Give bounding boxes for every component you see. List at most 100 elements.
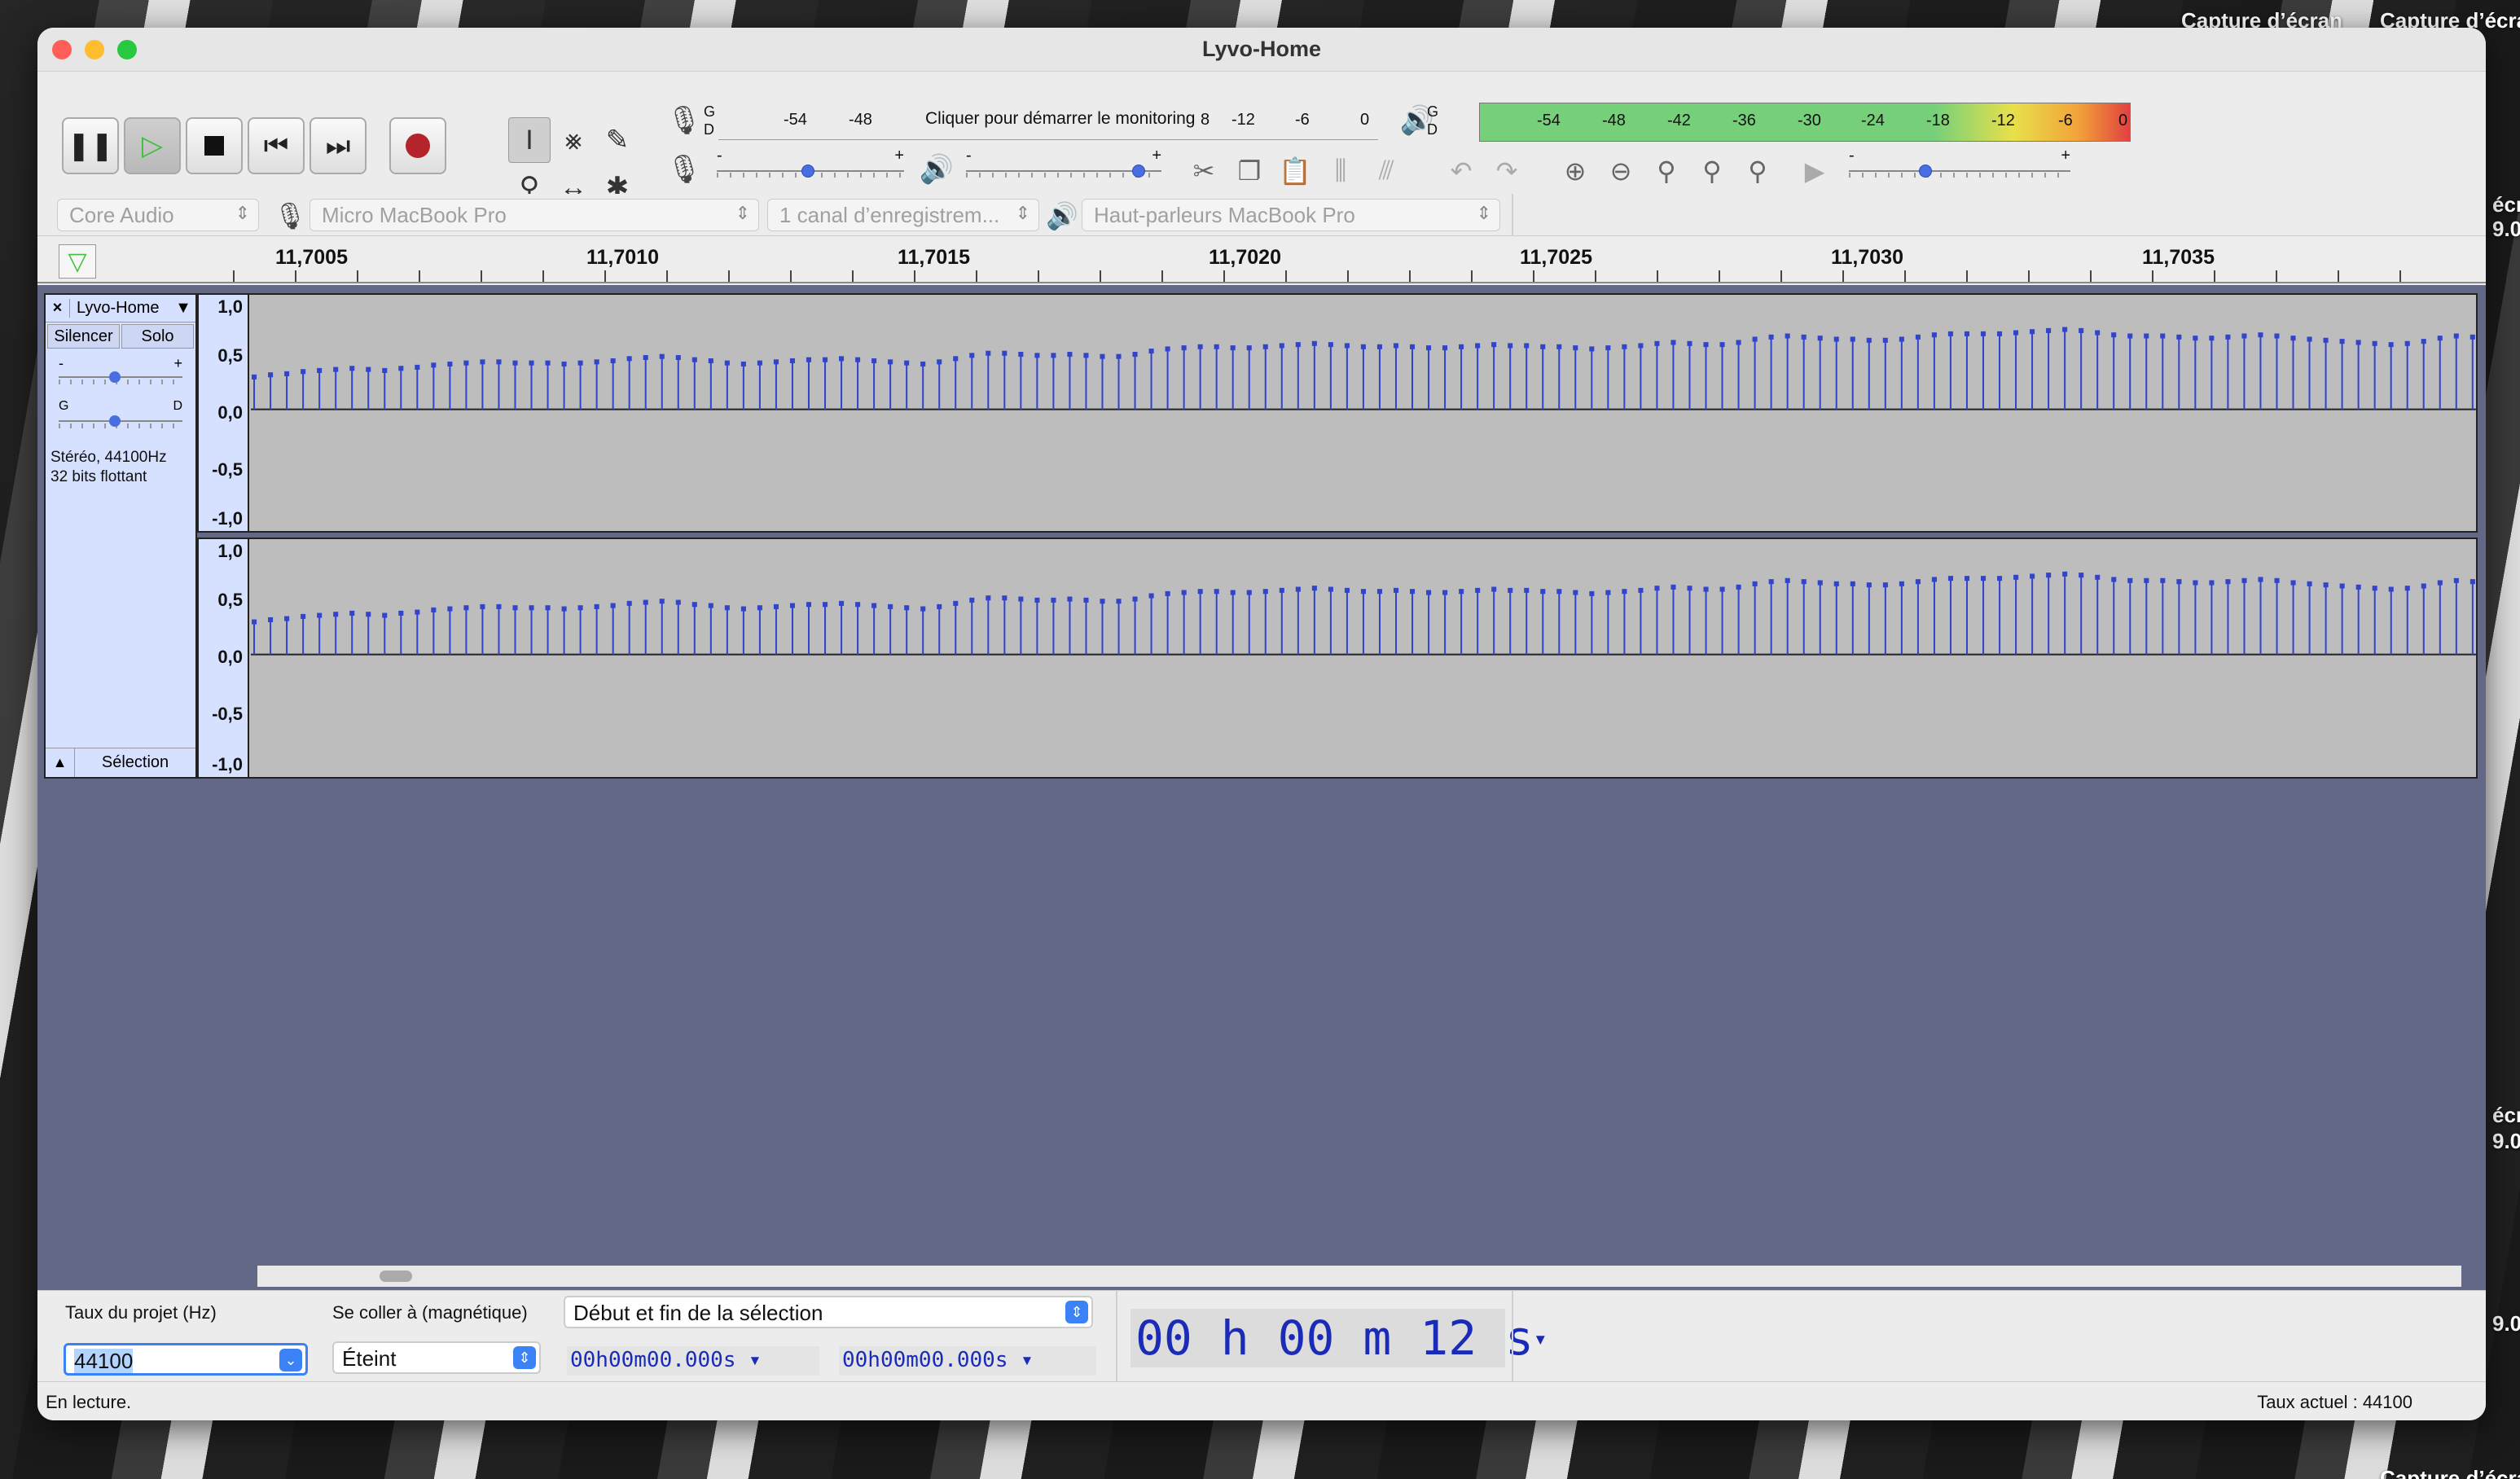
slider-knob[interactable] xyxy=(1132,165,1145,178)
sample-point[interactable] xyxy=(757,360,762,366)
draw-tool[interactable]: ✎ xyxy=(596,117,639,163)
sample-point[interactable] xyxy=(1002,350,1008,356)
horizontal-scrollbar[interactable] xyxy=(257,1266,2461,1287)
right-channel[interactable]: 1,0 0,5 0,0 -0,5 -1,0 xyxy=(197,538,2478,779)
sample-point[interactable] xyxy=(643,354,648,361)
sample-point[interactable] xyxy=(1736,340,1741,345)
sample-point[interactable] xyxy=(431,607,437,612)
sample-point[interactable] xyxy=(2307,581,2312,586)
select-track-button[interactable]: Sélection xyxy=(75,748,195,777)
sample-point[interactable] xyxy=(1018,352,1024,358)
sample-point[interactable] xyxy=(2046,327,2052,333)
sample-point[interactable] xyxy=(1833,581,1839,586)
sample-point[interactable] xyxy=(871,603,877,608)
sample-point[interactable] xyxy=(1866,337,1872,343)
sample-point[interactable] xyxy=(1295,342,1301,348)
sample-point[interactable] xyxy=(1230,345,1236,351)
sample-point[interactable] xyxy=(1947,331,1953,336)
record-meter[interactable]: -54 -48 Cliquer pour démarrer le monitor… xyxy=(718,101,1378,140)
sample-point[interactable] xyxy=(561,361,567,367)
sample-point[interactable] xyxy=(1719,342,1725,348)
sample-point[interactable] xyxy=(252,374,257,380)
sample-point[interactable] xyxy=(496,359,502,365)
sample-point[interactable] xyxy=(2046,573,2052,578)
sample-point[interactable] xyxy=(2079,573,2084,578)
pin-playhead-button[interactable]: ▽ xyxy=(59,244,96,279)
sample-point[interactable] xyxy=(496,603,502,609)
sample-point[interactable] xyxy=(969,597,975,603)
sample-point[interactable] xyxy=(1344,587,1350,593)
sample-point[interactable] xyxy=(1459,589,1464,595)
sample-point[interactable] xyxy=(1376,589,1383,595)
sample-point[interactable] xyxy=(986,595,991,601)
sample-point[interactable] xyxy=(969,353,975,358)
selection-end-time[interactable]: 00h00m00.000s ▾ xyxy=(839,1346,1096,1376)
playback-volume-slider[interactable]: - + xyxy=(966,147,1161,179)
minimize-window-button[interactable] xyxy=(85,40,104,59)
playback-meter[interactable]: -54 -48 -42 -36 -30 -24 -18 -12 -6 0 xyxy=(1479,103,2131,142)
record-volume-slider[interactable]: - + xyxy=(717,147,904,179)
sample-point[interactable] xyxy=(2355,340,2361,345)
sample-point[interactable] xyxy=(855,602,861,608)
sample-point[interactable] xyxy=(1083,353,1089,358)
sample-point[interactable] xyxy=(1344,343,1350,349)
sample-point[interactable] xyxy=(1148,349,1154,354)
sample-point[interactable] xyxy=(1262,589,1268,595)
sample-point[interactable] xyxy=(2241,577,2247,583)
sample-point[interactable] xyxy=(1736,584,1741,590)
sample-point[interactable] xyxy=(1311,340,1317,346)
sample-point[interactable] xyxy=(561,606,567,612)
sample-point[interactable] xyxy=(1931,577,1937,582)
sample-point[interactable] xyxy=(1752,581,1758,586)
sample-point[interactable] xyxy=(1491,586,1497,592)
sample-point[interactable] xyxy=(1295,586,1301,592)
sample-point[interactable] xyxy=(904,360,910,366)
sample-point[interactable] xyxy=(1850,581,1855,586)
sample-point[interactable] xyxy=(1197,344,1203,349)
sample-point[interactable] xyxy=(773,603,779,609)
sample-point[interactable] xyxy=(1638,343,1644,349)
sample-point[interactable] xyxy=(1508,587,1513,593)
sample-point[interactable] xyxy=(2307,336,2312,342)
sample-point[interactable] xyxy=(920,606,926,612)
sample-point[interactable] xyxy=(1589,590,1595,596)
sample-point[interactable] xyxy=(415,364,420,370)
sample-point[interactable] xyxy=(1279,587,1284,593)
sample-point[interactable] xyxy=(1116,353,1122,359)
sample-point[interactable] xyxy=(2225,579,2231,585)
sample-point[interactable] xyxy=(1980,576,1987,582)
maximize-window-button[interactable] xyxy=(117,40,137,59)
sample-point[interactable] xyxy=(2258,332,2263,338)
sample-point[interactable] xyxy=(252,619,257,625)
gain-knob[interactable] xyxy=(109,371,121,383)
sample-point[interactable] xyxy=(1654,586,1660,591)
sample-point[interactable] xyxy=(1703,586,1709,592)
sample-point[interactable] xyxy=(610,358,616,364)
sample-point[interactable] xyxy=(691,602,697,608)
sample-point[interactable] xyxy=(2421,583,2426,589)
sample-point[interactable] xyxy=(740,361,746,367)
sample-point[interactable] xyxy=(1964,576,1970,582)
sample-point[interactable] xyxy=(1850,336,1855,342)
sample-point[interactable] xyxy=(1589,346,1595,352)
sample-point[interactable] xyxy=(1687,340,1692,346)
sample-point[interactable] xyxy=(1899,581,1904,586)
sample-point[interactable] xyxy=(1181,590,1187,595)
sample-point[interactable] xyxy=(1947,576,1954,582)
trim-button[interactable]: ⫼ xyxy=(1319,150,1362,192)
stop-button[interactable] xyxy=(186,117,243,174)
sample-point[interactable] xyxy=(1442,345,1448,351)
sample-point[interactable] xyxy=(1360,589,1366,595)
sample-point[interactable] xyxy=(2437,580,2443,586)
sample-point[interactable] xyxy=(2095,330,2101,336)
sample-point[interactable] xyxy=(2437,336,2443,341)
sample-point[interactable] xyxy=(463,605,469,611)
sample-point[interactable] xyxy=(1687,586,1692,591)
selection-tool[interactable]: I xyxy=(508,117,551,163)
sample-point[interactable] xyxy=(2274,577,2280,583)
play-at-speed-button[interactable]: ▶ xyxy=(1793,150,1836,192)
sample-point[interactable] xyxy=(447,606,453,612)
sample-point[interactable] xyxy=(1768,334,1774,340)
sample-point[interactable] xyxy=(1148,593,1154,599)
sample-point[interactable] xyxy=(986,350,991,356)
